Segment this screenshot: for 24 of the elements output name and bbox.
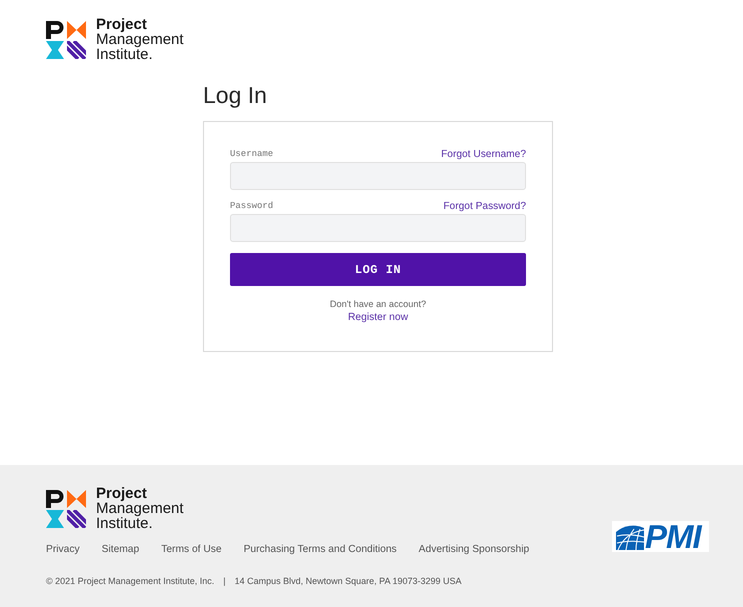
separator-text: | bbox=[223, 575, 226, 588]
forgot-link[interactable]: Forgot Password? bbox=[443, 199, 526, 215]
footer-link[interactable]: Privacy bbox=[46, 542, 80, 558]
register-link[interactable]: Register now bbox=[348, 311, 408, 325]
address-text: 14 Campus Blvd, Newtown Square, PA 19073-3299 USA bbox=[234, 575, 462, 588]
forgot-link[interactable]: Forgot Username? bbox=[441, 147, 526, 163]
page-title: Log In bbox=[203, 81, 267, 110]
brand-mark-text: PMI bbox=[645, 522, 701, 552]
footer-link[interactable]: Sitemap bbox=[102, 542, 140, 558]
text-field[interactable] bbox=[230, 162, 526, 190]
signup-prompt: Don't have an account? bbox=[330, 298, 426, 311]
footer-link[interactable]: Terms of Use bbox=[161, 542, 222, 558]
field-label: Password bbox=[230, 200, 274, 214]
text-field[interactable] bbox=[230, 214, 526, 242]
logo-mark-icon bbox=[46, 20, 86, 58]
field-label: Username bbox=[230, 148, 274, 162]
login-button[interactable]: LOG IN bbox=[230, 253, 526, 286]
logo-wordmark: Project Management Institute. bbox=[96, 486, 184, 531]
copyright-text: © 2021 Project Management Institute, Inc. bbox=[46, 575, 214, 588]
footer-link[interactable]: Purchasing Terms and Conditions bbox=[244, 542, 397, 558]
footer-link[interactable]: Advertising Sponsorship bbox=[418, 542, 530, 558]
globe-icon bbox=[616, 524, 644, 550]
logo-mark-icon bbox=[46, 490, 86, 528]
logo-wordmark: Project Management Institute. bbox=[96, 17, 184, 62]
